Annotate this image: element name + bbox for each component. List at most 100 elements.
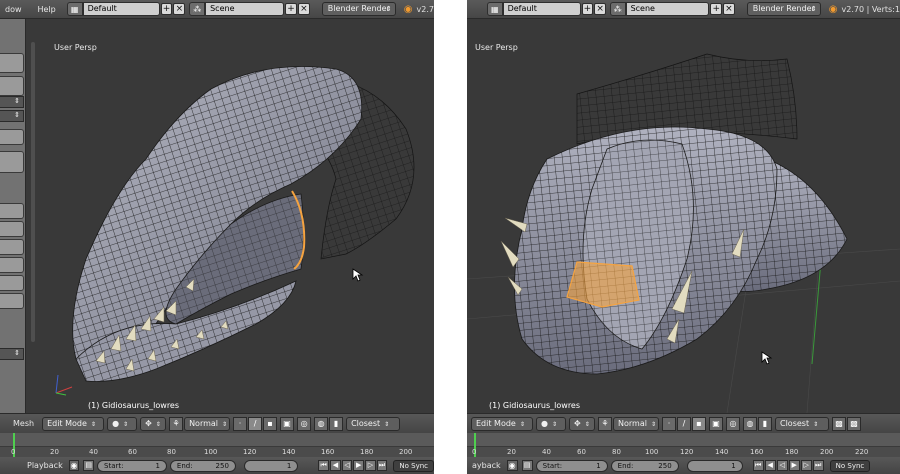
tool-button[interactable]	[0, 203, 24, 219]
orientation-select[interactable]: Normal ⇕	[613, 416, 659, 431]
tool-button[interactable]	[0, 293, 24, 309]
tool-button[interactable]	[0, 76, 24, 96]
tick-label: 100	[204, 448, 218, 456]
frame-range-icon[interactable]: ▤	[521, 460, 533, 471]
layout-icon[interactable]: ▦	[487, 2, 503, 16]
next-key-icon[interactable]: ▷	[365, 460, 376, 471]
start-frame-field[interactable]: Start: 1	[97, 459, 167, 472]
tool-shelf-scrollbar[interactable]	[31, 42, 35, 342]
snap-icon[interactable]: ◍	[314, 416, 329, 431]
add-layout-button[interactable]: +	[581, 3, 594, 15]
mesh-skull-left[interactable]	[36, 19, 434, 413]
layout-field[interactable]: Default	[502, 2, 581, 16]
snap-target-icon[interactable]: ▮	[758, 416, 772, 431]
viewport-header: Mesh Edit Mode ⇕ ● ⇕ ✥ ⇕ ⚘ Normal ⇕ · / ▪ ▣ …	[0, 413, 434, 433]
layout-field[interactable]: Default	[82, 2, 160, 16]
proportional-icon[interactable]: ◎	[297, 416, 312, 431]
jump-end-icon[interactable]: ⏭	[376, 460, 388, 471]
tick-label: 180	[785, 448, 799, 456]
tool-button[interactable]	[0, 221, 24, 237]
vertex-select-icon[interactable]: ·	[233, 416, 248, 431]
vertex-select-icon[interactable]: ·	[662, 416, 676, 431]
mesh-menu[interactable]: Mesh	[8, 419, 39, 428]
edge-select-icon[interactable]: /	[677, 416, 691, 431]
proportional-icon[interactable]: ◎	[726, 416, 740, 431]
shading-select[interactable]: ● ⇕	[107, 416, 138, 431]
face-select-icon[interactable]: ▪	[263, 416, 278, 431]
add-scene-button[interactable]: +	[285, 3, 297, 15]
occlude-icon[interactable]: ▣	[280, 416, 295, 431]
face-select-icon[interactable]: ▪	[692, 416, 706, 431]
scene-icon[interactable]: ⁂	[609, 2, 626, 16]
play-reverse-icon[interactable]: ◁	[341, 460, 353, 471]
end-frame-field[interactable]: End: 250	[169, 459, 236, 472]
playback-menu[interactable]: Playback	[22, 461, 68, 470]
mesh-skull-right[interactable]	[467, 19, 900, 413]
start-frame-field[interactable]: Start: 1	[535, 459, 608, 472]
scene-field[interactable]: Scene	[625, 2, 710, 16]
prev-key-icon[interactable]: ◀	[330, 460, 341, 471]
end-frame-field[interactable]: End: 250	[610, 459, 679, 472]
tool-button[interactable]	[0, 151, 24, 173]
play-icon[interactable]: ▶	[788, 460, 800, 471]
next-key-icon[interactable]: ▷	[800, 460, 812, 471]
keying-icon[interactable]: ◉	[68, 460, 80, 471]
tool-button[interactable]	[0, 53, 24, 73]
shading-select[interactable]: ● ⇕	[536, 416, 566, 431]
render-preview-icon[interactable]: ▩	[832, 416, 846, 431]
render-anim-icon[interactable]: ▩	[847, 416, 861, 431]
jump-start-icon[interactable]: ⏮	[318, 460, 330, 471]
pivot-select[interactable]: ✥ ⇕	[140, 416, 167, 431]
sync-select[interactable]: No Sync	[393, 459, 434, 472]
frame-range-icon[interactable]: ▤	[83, 460, 95, 471]
manipulator-icon[interactable]: ⚘	[169, 416, 184, 431]
snap-target-icon[interactable]: ▮	[329, 416, 344, 431]
scene-field[interactable]: Scene	[205, 2, 285, 16]
info-header: ▦ Default + × ⁂ Scene + × Blender Render…	[467, 0, 900, 19]
tool-select[interactable]: ⇕	[0, 348, 24, 360]
3d-viewport[interactable]: User Persp (1) Gidiosaurus_lowres	[467, 19, 900, 413]
layout-icon[interactable]: ▦	[66, 2, 83, 16]
pivot-select[interactable]: ✥ ⇕	[569, 416, 595, 431]
manipulator-icon[interactable]: ⚘	[598, 416, 612, 431]
playback-menu[interactable]: ayback	[467, 461, 506, 470]
timeline[interactable]: 0 20 40 60 80 100 120 140 160 180 200 22…	[467, 433, 900, 457]
mode-select[interactable]: Edit Mode ⇕	[42, 416, 105, 431]
orientation-select[interactable]: Normal ⇕	[184, 416, 231, 431]
play-reverse-icon[interactable]: ◁	[776, 460, 788, 471]
tool-button[interactable]	[0, 239, 24, 255]
tool-button[interactable]	[0, 275, 24, 291]
keying-icon[interactable]: ◉	[506, 460, 518, 471]
remove-layout-button[interactable]: ×	[173, 3, 186, 15]
snap-select[interactable]: Closest ⇕	[775, 416, 829, 431]
snap-select[interactable]: Closest ⇕	[346, 416, 401, 431]
sync-select[interactable]: No Sync	[829, 459, 871, 472]
menu-window[interactable]: dow	[0, 5, 27, 14]
3d-viewport[interactable]: User Persp (1) Gidiosaurus_lowres	[36, 19, 434, 413]
jump-start-icon[interactable]: ⏮	[752, 460, 764, 471]
jump-end-icon[interactable]: ⏭	[812, 460, 824, 471]
occlude-icon[interactable]: ▣	[709, 416, 723, 431]
tool-button[interactable]	[0, 257, 24, 273]
remove-layout-button[interactable]: ×	[594, 3, 606, 15]
add-scene-button[interactable]: +	[710, 3, 723, 15]
timeline[interactable]: 0 20 40 60 80 100 120 140 160 180 200	[0, 433, 434, 457]
menu-help[interactable]: Help	[33, 5, 61, 14]
snap-icon[interactable]: ◍	[743, 416, 757, 431]
prev-key-icon[interactable]: ◀	[764, 460, 776, 471]
remove-scene-button[interactable]: ×	[723, 3, 735, 15]
render-engine-select[interactable]: Blender Render ⇕	[746, 2, 821, 16]
timeline-ruler	[0, 433, 434, 447]
play-icon[interactable]: ▶	[353, 460, 365, 471]
current-frame-field[interactable]: 1	[686, 459, 743, 472]
tool-select[interactable]: ⇕	[0, 96, 24, 108]
remove-scene-button[interactable]: ×	[297, 3, 310, 15]
tool-select[interactable]: ⇕	[0, 110, 24, 122]
current-frame-field[interactable]: 1	[243, 459, 299, 472]
add-layout-button[interactable]: +	[160, 3, 173, 15]
mode-select[interactable]: Edit Mode ⇕	[471, 416, 533, 431]
tool-button[interactable]	[0, 129, 24, 145]
scene-icon[interactable]: ⁂	[189, 2, 206, 16]
render-engine-select[interactable]: Blender Render ⇕	[321, 2, 396, 16]
edge-select-icon[interactable]: /	[248, 416, 263, 431]
